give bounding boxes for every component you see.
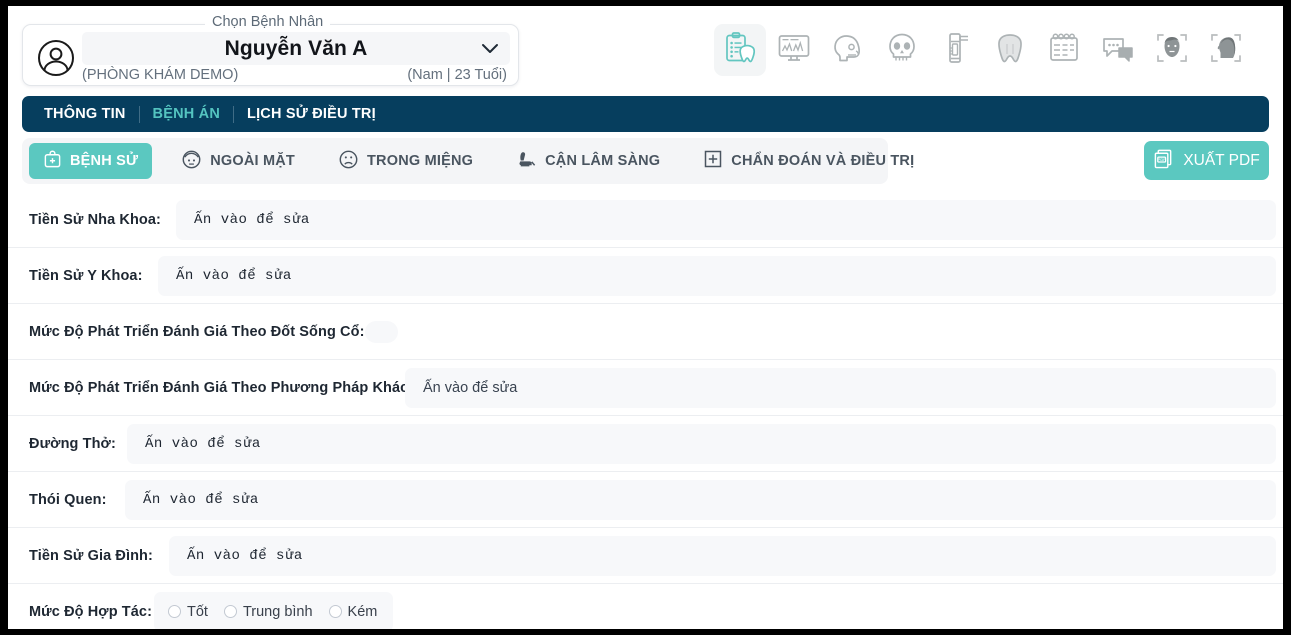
pdf-icon: PDF	[1153, 148, 1174, 174]
nav-item-benh-an[interactable]: BỆNH ÁN	[140, 106, 233, 122]
dental-chart-icon	[723, 31, 757, 70]
clinic-name: (PHÒNG KHÁM DEMO)	[82, 67, 239, 83]
form-row-thoi-quen: Thói Quen: Ấn vào để sửa	[8, 472, 1283, 528]
field-placeholder: Ấn vào để sửa	[423, 379, 518, 396]
tab-label: CHẨN ĐOÁN VÀ ĐIỀU TRỊ	[731, 153, 915, 169]
chat-bubbles-icon-button[interactable]	[1092, 24, 1144, 76]
form-row-muc-do-hop-tac: Mức Độ Hợp Tác: Tốt Trung bình Kém	[8, 584, 1283, 629]
radio-label: Kém	[347, 603, 378, 620]
nav-item-lich-su-dieu-tri[interactable]: LỊCH SỬ ĐIỀU TRỊ	[234, 106, 389, 122]
tab-ngoai-mat[interactable]: NGOÀI MẶT	[167, 143, 309, 179]
calendar-icon	[1047, 31, 1081, 70]
row-label: Tiền Sử Gia Đình:	[29, 547, 153, 564]
face-scan-profile-icon-button[interactable]	[1200, 24, 1252, 76]
field-placeholder: Ấn vào để sửa	[143, 491, 259, 508]
form-row-dot-song-co: Mức Độ Phát Triển Đánh Giá Theo Đốt Sống…	[8, 304, 1283, 360]
form-row-phuong-phap-khac: Mức Độ Phát Triển Đánh Giá Theo Phương P…	[8, 360, 1283, 416]
mouth-face-icon	[338, 149, 359, 174]
form-row-tien-su-y-khoa: Tiền Sử Y Khoa: Ấn vào để sửa	[8, 248, 1283, 304]
field-placeholder: Ấn vào để sửa	[176, 267, 292, 284]
thoi-quen-input[interactable]: Ấn vào để sửa	[125, 479, 1276, 520]
dot-song-co-input[interactable]	[365, 320, 398, 343]
muc-do-hop-tac-group: Tốt Trung bình Kém	[154, 591, 394, 629]
radio-label: Tốt	[187, 603, 208, 620]
tooth-icon-button[interactable]	[984, 24, 1036, 76]
tab-trong-mieng[interactable]: TRONG MIỆNG	[324, 143, 487, 179]
skull-front-icon-button[interactable]	[876, 24, 928, 76]
skull-profile-icon-button[interactable]	[822, 24, 874, 76]
tooth-icon	[993, 31, 1027, 70]
field-placeholder: Ấn vào để sửa	[194, 211, 310, 228]
radio-option-kem[interactable]: Kém	[328, 603, 378, 620]
field-placeholder: Ấn vào để sửa	[187, 547, 303, 564]
dental-chart-icon-button[interactable]	[714, 24, 766, 76]
radio-group: Tốt Trung bình Kém	[154, 604, 377, 620]
form-row-tien-su-nha-khoa: Tiền Sử Nha Khoa: Ấn vào để sửa	[8, 192, 1283, 248]
skull-front-icon	[885, 31, 919, 70]
main-nav: THÔNG TIN BỆNH ÁN LỊCH SỬ ĐIỀU TRỊ	[22, 96, 1269, 132]
skull-profile-icon	[831, 31, 865, 70]
sub-tab-bar: BỆNH SỬ NGOÀI MẶT TRONG MIỆNG CẬN LÂM SÀ…	[22, 138, 914, 184]
export-pdf-button[interactable]: PDF XUẤT PDF	[1144, 141, 1269, 180]
row-label: Tiền Sử Nha Khoa:	[29, 211, 161, 228]
radio-option-trung-binh[interactable]: Trung bình	[223, 603, 313, 620]
phuong-phap-khac-input[interactable]: Ấn vào để sửa	[405, 367, 1276, 408]
user-circle-icon	[37, 39, 75, 82]
calendar-icon-button[interactable]	[1038, 24, 1090, 76]
row-label: Mức Độ Phát Triển Đánh Giá Theo Phương P…	[29, 379, 414, 396]
face-outline-icon	[181, 149, 202, 174]
radio-option-tot[interactable]: Tốt	[168, 604, 208, 620]
tab-benh-su[interactable]: BỆNH SỬ	[29, 143, 153, 179]
tab-chan-doan-va-dieu-tri[interactable]: CHẨN ĐOÁN VÀ ĐIỀU TRỊ	[689, 143, 928, 179]
tab-label: BỆNH SỬ	[70, 153, 139, 169]
nav-item-thong-tin[interactable]: THÔNG TIN	[22, 106, 139, 122]
form-row-tien-su-gia-dinh: Tiền Sử Gia Đình: Ấn vào để sửa	[8, 528, 1283, 584]
caliper-icon-button[interactable]	[930, 24, 982, 76]
row-label: Tiền Sử Y Khoa:	[29, 267, 143, 284]
svg-text:PDF: PDF	[1158, 157, 1167, 162]
duong-tho-input[interactable]: Ấn vào để sửa	[127, 423, 1276, 464]
patient-name-select[interactable]: Nguyễn Văn A	[82, 32, 510, 65]
tab-label: TRONG MIỆNG	[366, 153, 474, 169]
chat-bubbles-icon	[1101, 31, 1135, 70]
tab-can-lam-sang[interactable]: CẬN LÂM SÀNG	[502, 143, 674, 179]
medical-bag-icon	[43, 150, 62, 173]
face-scan-profile-icon	[1209, 31, 1243, 70]
row-label: Mức Độ Hợp Tác:	[29, 603, 153, 620]
tab-label: CẬN LÂM SÀNG	[545, 153, 661, 169]
app-window: Chọn Bệnh Nhân Nguyễn Văn A (PHÒNG KHÁM …	[8, 6, 1283, 629]
medical-history-form: Tiền Sử Nha Khoa: Ấn vào để sửa Tiền Sử …	[8, 192, 1283, 629]
radio-icon[interactable]	[223, 605, 237, 618]
dental-chair-icon	[516, 149, 537, 174]
chevron-down-icon[interactable]	[480, 41, 500, 60]
app-header: Chọn Bệnh Nhân Nguyễn Văn A (PHÒNG KHÁM …	[8, 6, 1283, 92]
patient-selector[interactable]: Chọn Bệnh Nhân Nguyễn Văn A (PHÒNG KHÁM …	[22, 14, 519, 86]
row-label: Thói Quen:	[29, 491, 107, 508]
row-label: Đường Thở:	[29, 435, 116, 452]
tien-su-y-khoa-input[interactable]: Ấn vào để sửa	[158, 255, 1276, 296]
patient-meta: (Nam | 23 Tuổi)	[407, 67, 507, 83]
xray-monitor-icon-button[interactable]	[768, 24, 820, 76]
patient-name: Nguyễn Văn A	[224, 36, 368, 60]
tien-su-gia-dinh-input[interactable]: Ấn vào để sửa	[169, 535, 1276, 576]
header-icon-toolbar	[714, 24, 1254, 76]
export-pdf-label: XUẤT PDF	[1183, 151, 1260, 169]
face-scan-front-icon	[1155, 31, 1189, 70]
tien-su-nha-khoa-input[interactable]: Ấn vào để sửa	[176, 199, 1276, 240]
face-scan-front-icon-button[interactable]	[1146, 24, 1198, 76]
plus-box-icon	[703, 149, 723, 173]
xray-monitor-icon	[777, 31, 811, 70]
patient-selector-legend: Chọn Bệnh Nhân	[205, 14, 331, 30]
tab-label: NGOÀI MẶT	[210, 153, 295, 169]
row-label: Mức Độ Phát Triển Đánh Giá Theo Đốt Sống…	[29, 323, 365, 340]
field-placeholder: Ấn vào để sửa	[145, 435, 261, 452]
radio-icon[interactable]	[328, 605, 342, 618]
radio-icon[interactable]	[168, 605, 181, 618]
radio-label: Trung bình	[242, 603, 313, 620]
caliper-icon	[939, 31, 973, 70]
form-row-duong-tho: Đường Thở: Ấn vào để sửa	[8, 416, 1283, 472]
